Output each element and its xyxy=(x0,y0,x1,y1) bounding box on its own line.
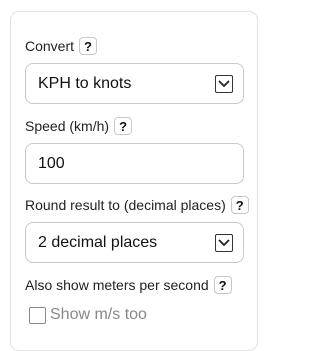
mps-checkbox-label[interactable]: Show m/s too xyxy=(50,306,147,324)
speed-help-button[interactable]: ? xyxy=(114,117,133,135)
convert-label-row: Convert ? xyxy=(25,37,98,55)
convert-select[interactable]: KPH to knots xyxy=(25,63,244,104)
speed-input[interactable]: 100 xyxy=(25,143,244,184)
speed-input-value: 100 xyxy=(38,154,65,172)
round-label: Round result to (decimal places) xyxy=(25,197,226,213)
round-select-value: 2 decimal places xyxy=(38,233,158,251)
convert-select-value: KPH to knots xyxy=(38,74,132,92)
round-select[interactable]: 2 decimal places xyxy=(25,222,244,263)
convert-label: Convert xyxy=(25,38,75,54)
mps-label: Also show meters per second xyxy=(25,277,209,293)
mps-label-row: Also show meters per second ? xyxy=(25,276,232,294)
mps-checkbox-row[interactable]: Show m/s too xyxy=(29,306,147,324)
mps-checkbox[interactable] xyxy=(29,306,46,324)
round-label-row: Round result to (decimal places) ? xyxy=(25,196,249,214)
speed-label-row: Speed (km/h) ? xyxy=(25,117,133,135)
speed-label: Speed (km/h) xyxy=(25,118,110,134)
convert-help-button[interactable]: ? xyxy=(79,37,98,55)
chevron-down-icon xyxy=(215,74,233,93)
round-help-button[interactable]: ? xyxy=(230,196,249,214)
chevron-down-icon xyxy=(215,233,233,252)
mps-help-button[interactable]: ? xyxy=(213,276,232,294)
